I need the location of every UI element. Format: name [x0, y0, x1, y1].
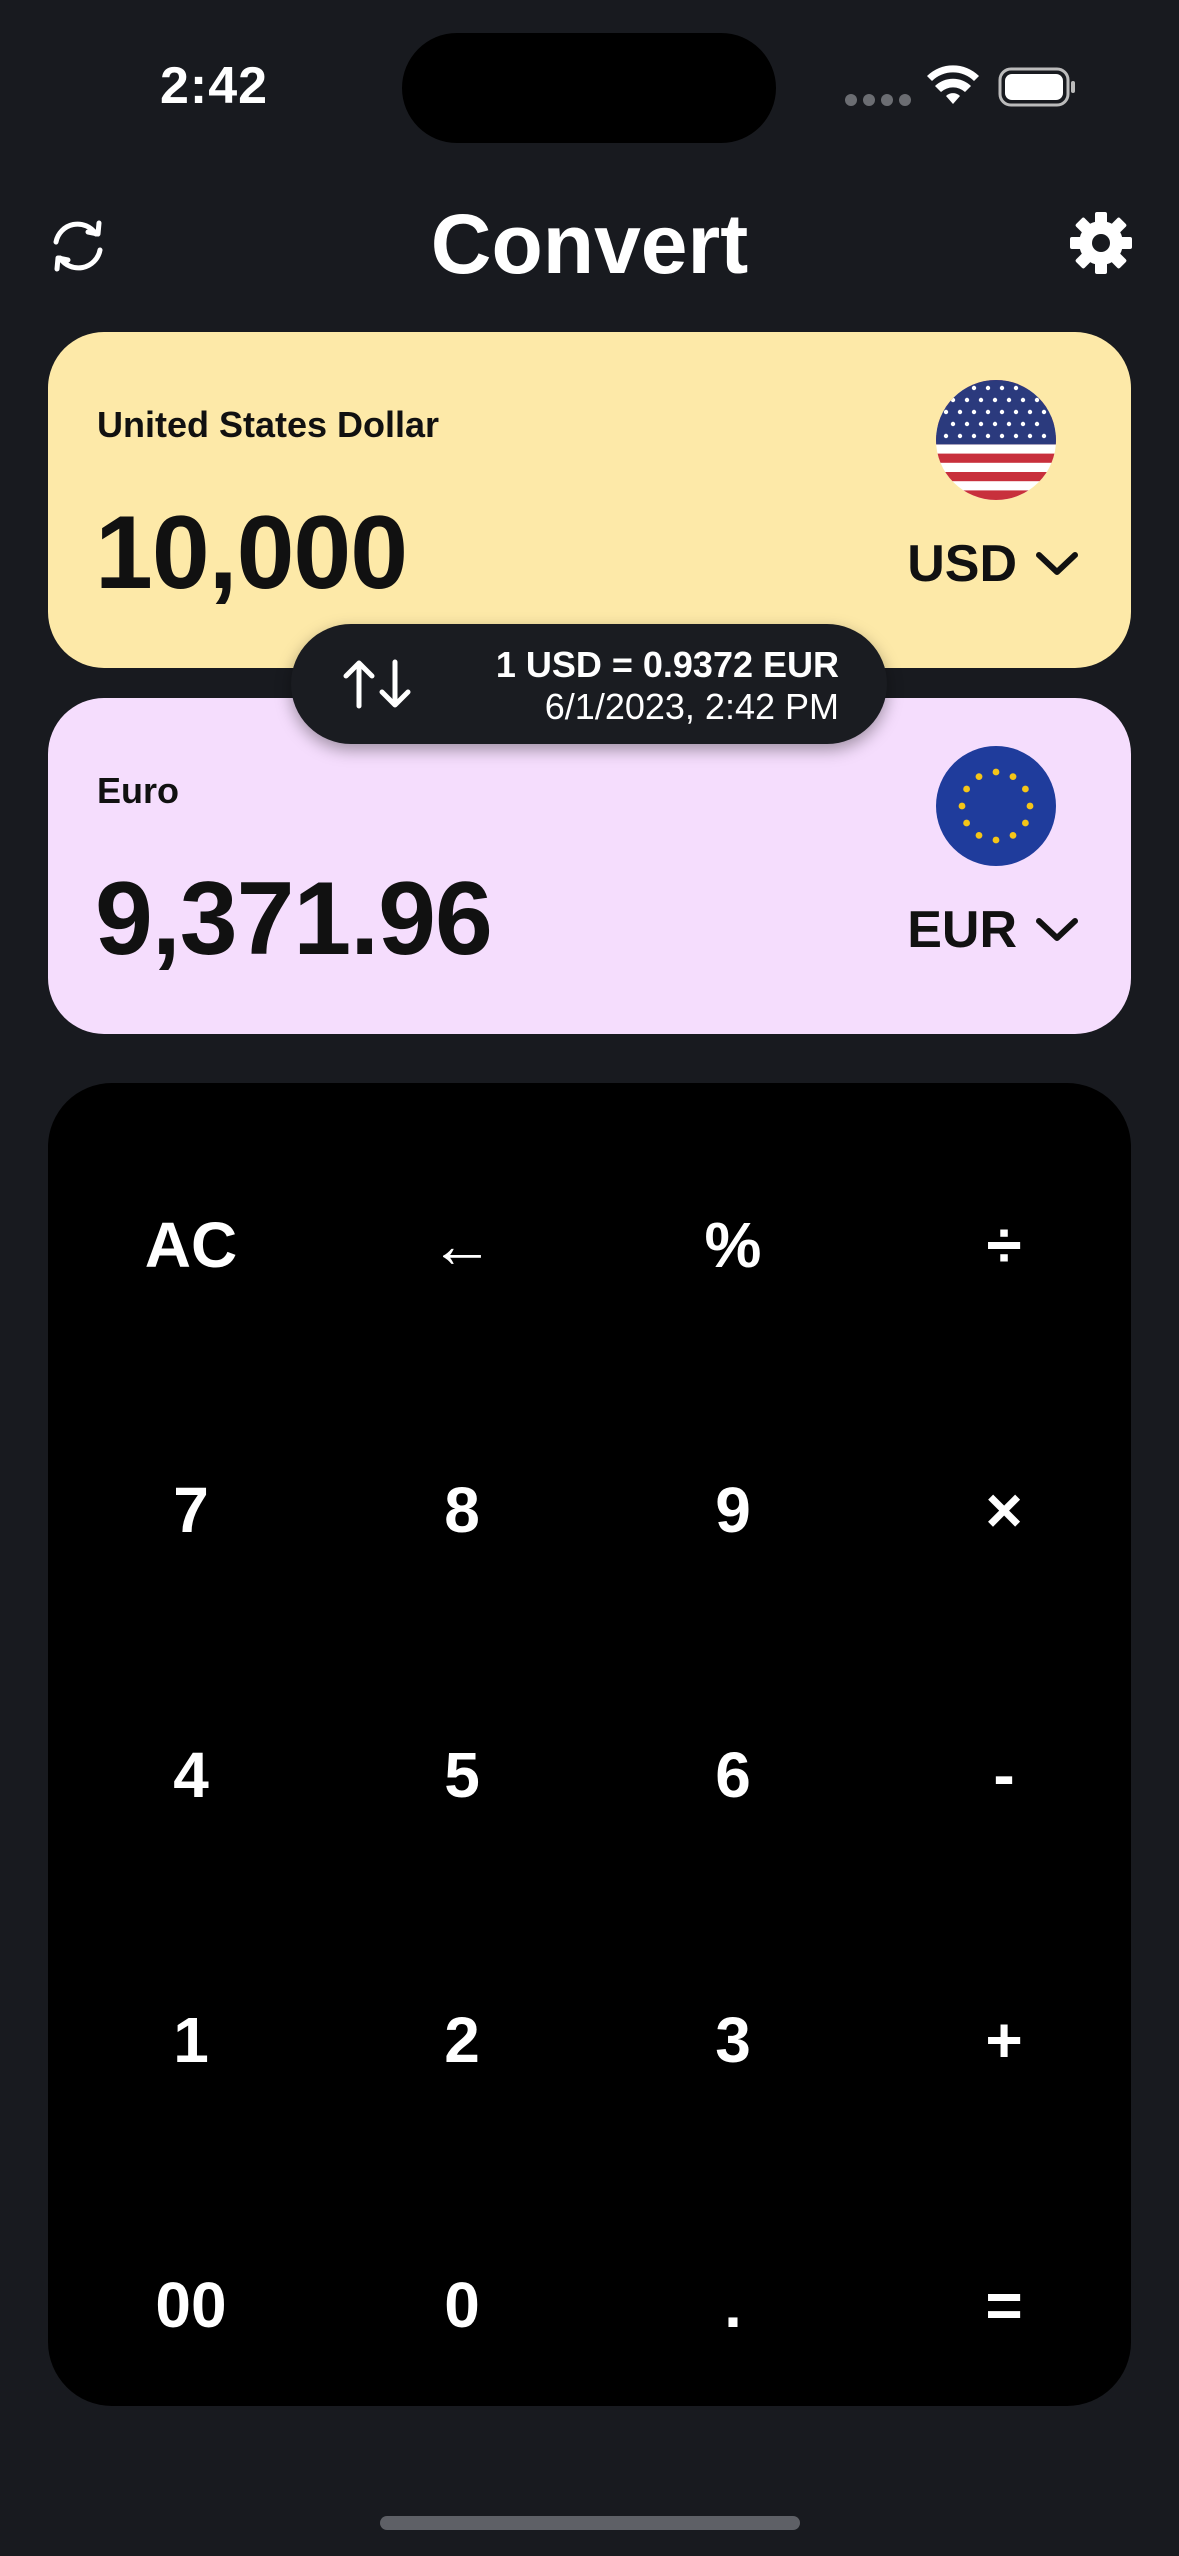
key-8[interactable]: 8 — [327, 1378, 597, 1642]
chevron-down-icon — [1036, 552, 1078, 575]
key-3[interactable]: 3 — [598, 1908, 868, 2172]
home-indicator[interactable] — [380, 2516, 800, 2530]
key-divide[interactable]: ÷ — [869, 1113, 1139, 1377]
status-time: 2:42 — [160, 57, 269, 115]
swap-arrows-icon[interactable] — [339, 658, 415, 710]
key-6[interactable]: 6 — [598, 1643, 868, 1907]
key-clear[interactable]: AC — [56, 1113, 326, 1377]
key-9[interactable]: 9 — [598, 1378, 868, 1642]
key-4[interactable]: 4 — [56, 1643, 326, 1907]
to-currency-name: Euro — [97, 770, 180, 811]
exchange-rate-text: 1 USD = 0.9372 EUR — [495, 644, 839, 685]
page-title: Convert — [430, 197, 749, 291]
to-currency-code: EUR — [907, 901, 1017, 959]
to-currency-selector[interactable]: EUR — [907, 900, 1079, 960]
key-equals[interactable]: = — [869, 2173, 1139, 2437]
from-amount[interactable]: 10,000 — [95, 494, 408, 613]
from-currency-card[interactable]: United States Dollar 10,000 USD — [48, 332, 1131, 668]
gear-icon[interactable] — [1068, 210, 1134, 276]
key-decimal[interactable]: . — [598, 2173, 868, 2437]
battery-icon — [998, 67, 1075, 107]
key-1[interactable]: 1 — [56, 1908, 326, 2172]
key-multiply[interactable]: × — [869, 1378, 1139, 1642]
key-7[interactable]: 7 — [56, 1378, 326, 1642]
key-percent[interactable]: % — [598, 1113, 868, 1377]
dynamic-island — [402, 33, 776, 143]
from-currency-selector[interactable]: USD — [907, 534, 1079, 594]
key-2[interactable]: 2 — [327, 1908, 597, 2172]
converter-screen: 2:42 Convert United States Dollar 10,000… — [0, 0, 1179, 2556]
exchange-rate-pill[interactable]: 1 USD = 0.9372 EUR 6/1/2023, 2:42 PM — [291, 624, 887, 744]
key-00[interactable]: 00 — [56, 2173, 326, 2437]
from-currency-name: United States Dollar — [97, 404, 440, 445]
chevron-down-icon — [1036, 918, 1078, 941]
eu-flag-icon — [936, 746, 1056, 866]
to-amount: 9,371.96 — [95, 861, 493, 977]
key-0[interactable]: 0 — [327, 2173, 597, 2437]
keypad: AC ←% ÷ 7 8 9 × 4 5 6-1 2 3 +00 0. = — [48, 1083, 1131, 2406]
wifi-icon — [927, 65, 979, 104]
key-add[interactable]: + — [869, 1908, 1139, 2172]
from-currency-code: USD — [907, 535, 1017, 593]
key-backspace[interactable]: ← — [327, 1113, 597, 1377]
cellular-signal-icon — [845, 94, 911, 106]
to-currency-card[interactable]: Euro 9,371.96 EUR — [48, 698, 1131, 1034]
key-subtract[interactable]: - — [869, 1643, 1139, 1907]
us-flag-icon — [936, 380, 1056, 500]
key-5[interactable]: 5 — [327, 1643, 597, 1907]
exchange-rate-timestamp: 6/1/2023, 2:42 PM — [544, 686, 839, 727]
